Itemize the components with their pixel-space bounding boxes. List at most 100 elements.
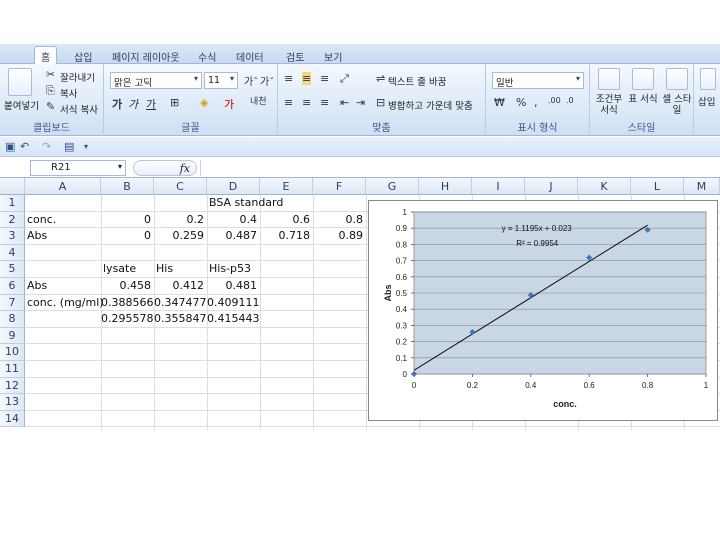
cell-b6[interactable]: 0.458 [101,278,152,294]
font-size-combo[interactable]: 11 ▾ [204,72,238,89]
align-left-icon[interactable]: ≡ [284,96,293,109]
tab-formulas[interactable]: 수식 [192,47,222,64]
decrease-decimal-icon[interactable]: .0 [566,96,574,105]
copy-button[interactable]: 복사 [60,86,77,100]
row-header-5[interactable]: 5 [0,261,25,278]
insert-function-button[interactable]: fx [133,160,197,176]
grow-font-icon[interactable]: 가ˆ [244,73,258,88]
merge-center-button[interactable]: 병합하고 가운데 맞춤 [388,98,473,112]
row-header-11[interactable]: 11 [0,361,25,378]
cell-a6[interactable]: Abs [27,278,47,294]
tab-data[interactable]: 데이터 [230,47,270,64]
tab-review[interactable]: 검토 [280,47,310,64]
cell-a7[interactable]: conc. (mg/ml) [27,295,104,311]
column-header-h[interactable]: H [419,178,472,195]
row-header-2[interactable]: 2 [0,211,25,229]
row-header-12[interactable]: 12 [0,377,25,395]
bold-icon[interactable]: 가 [112,96,122,112]
chevron-down-icon[interactable]: ▾ [84,142,88,151]
row-header-4[interactable]: 4 [0,244,25,262]
cell-b2[interactable]: 0 [101,212,151,228]
column-header-e[interactable]: E [260,178,313,195]
borders-icon[interactable]: ⊞ [170,96,179,109]
number-format-combo[interactable]: 일반 ▾ [492,72,584,89]
tab-home[interactable]: 홈 [34,46,58,65]
cell-f2[interactable]: 0.8 [313,212,364,228]
comma-icon[interactable]: , [534,96,538,109]
align-middle-icon[interactable]: ≡ [302,72,312,85]
row-header-14[interactable]: 14 [0,410,25,428]
align-top-icon[interactable]: ≡ [284,72,293,85]
column-header-g[interactable]: G [366,178,419,195]
font-name-combo[interactable]: 맑은 고딕 ▾ [110,72,202,89]
cell-b7[interactable]: 0.388566 [101,295,154,311]
cell-d5[interactable]: His-p53 [209,261,251,277]
cell-d7[interactable]: 0.409111 [207,295,260,311]
column-header-m[interactable]: M [684,178,720,195]
paste-button[interactable]: 붙여넣기 [4,98,39,112]
insert-cells-button[interactable]: 삽입 [698,94,715,108]
column-header-l[interactable]: L [631,178,684,195]
cell-d8[interactable]: 0.415443 [207,311,260,327]
underline-icon[interactable]: 가 [146,96,156,112]
tab-insert[interactable]: 삽입 [68,47,98,64]
wrap-text-button[interactable]: 텍스트 줄 바꿈 [388,74,446,88]
font-color-icon[interactable]: 가 [224,96,234,112]
column-header-f[interactable]: F [313,178,366,195]
paste-icon[interactable]: ▤ [64,140,74,153]
save-icon[interactable]: ▣ [5,140,15,153]
cell-a2[interactable]: conc. [27,212,56,228]
cell-a3[interactable]: Abs [27,228,47,244]
row-header-9[interactable]: 9 [0,327,25,345]
cell-c8[interactable]: 0.355847 [154,311,207,327]
column-header-j[interactable]: J [525,178,578,195]
align-bottom-icon[interactable]: ≡ [320,72,329,85]
cut-button[interactable]: 잘라내기 [60,70,95,84]
decrease-indent-icon[interactable]: ⇤ [340,96,349,109]
cell-c2[interactable]: 0.2 [154,212,205,228]
orientation-icon[interactable]: ⤢ [340,72,349,86]
cell-f3[interactable]: 0.89 [313,228,364,244]
cell-c6[interactable]: 0.412 [154,278,205,294]
row-header-6[interactable]: 6 [0,278,25,295]
table-format-button[interactable]: 표 서식 [628,94,658,105]
column-header-d[interactable]: D [207,178,260,195]
column-header-k[interactable]: K [578,178,631,195]
row-header-10[interactable]: 10 [0,344,25,361]
column-header-a[interactable]: A [25,178,101,195]
increase-decimal-icon[interactable]: .00 [548,96,561,105]
row-header-7[interactable]: 7 [0,294,25,312]
percent-icon[interactable]: % [516,96,526,109]
cell-styles-button[interactable]: 셀 스타일 [662,94,692,116]
paste-icon[interactable] [8,68,32,96]
cell-e2[interactable]: 0.6 [260,212,311,228]
cell-d2[interactable]: 0.4 [207,212,258,228]
cell-e3[interactable]: 0.718 [260,228,311,244]
select-all-corner[interactable] [0,178,25,195]
cell-b3[interactable]: 0 [101,228,151,244]
align-center-icon[interactable]: ≡ [302,96,311,109]
cell-c3[interactable]: 0.259 [154,228,205,244]
cell-c5[interactable]: His [156,261,173,277]
undo-icon[interactable]: ↶ [20,140,29,153]
currency-icon[interactable]: ₩ [494,96,505,109]
row-header-13[interactable]: 13 [0,394,25,411]
shrink-font-icon[interactable]: 가ˇ [260,73,274,88]
fill-color-icon[interactable]: ◈ [200,96,208,109]
row-header-8[interactable]: 8 [0,311,25,328]
redo-icon[interactable]: ↷ [42,140,51,153]
name-box[interactable]: R21 ▾ [30,160,126,176]
row-header-1[interactable]: 1 [0,195,25,212]
tab-view[interactable]: 보기 [318,47,348,64]
cell-b8[interactable]: 0.295578 [101,311,154,327]
cell-c7[interactable]: 0.347477 [154,295,207,311]
cell-d3[interactable]: 0.487 [207,228,258,244]
format-painter-button[interactable]: 서식 복사 [60,102,98,116]
row-header-3[interactable]: 3 [0,228,25,245]
tab-page-layout[interactable]: 페이지 레이아웃 [106,47,186,64]
conditional-format-button[interactable]: 조건부 서식 [594,94,624,116]
cell-d1[interactable]: BSA standard [209,195,283,211]
column-header-c[interactable]: C [154,178,207,195]
column-header-i[interactable]: I [472,178,525,195]
column-header-b[interactable]: B [101,178,154,195]
